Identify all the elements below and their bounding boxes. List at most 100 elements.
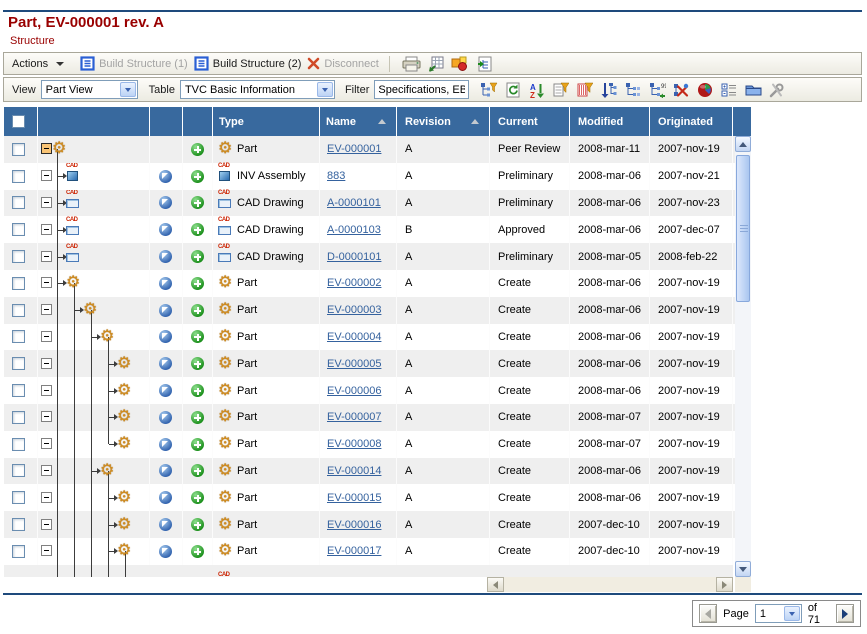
expand-plus-icon[interactable]	[191, 143, 204, 156]
actions-menu-button[interactable]: Actions	[12, 58, 64, 70]
name-link[interactable]: 883	[320, 170, 345, 182]
export-table-icon[interactable]	[424, 54, 448, 74]
expand-plus-icon[interactable]	[191, 170, 204, 183]
navigate-icon[interactable]	[159, 170, 172, 183]
filter-input[interactable]	[374, 80, 469, 99]
row-checkbox[interactable]	[12, 464, 25, 477]
table-filter-icon[interactable]	[549, 80, 573, 100]
expand-plus-icon[interactable]	[191, 330, 204, 343]
row-checkbox[interactable]	[12, 545, 25, 558]
export-structure-icon[interactable]	[472, 54, 496, 74]
tree-expand-toggle[interactable]	[41, 411, 52, 422]
navigate-icon[interactable]	[159, 304, 172, 317]
page-select[interactable]: 1	[755, 604, 802, 623]
navigate-icon[interactable]	[159, 438, 172, 451]
chevron-down-icon[interactable]	[120, 82, 136, 97]
tree-expand-toggle[interactable]	[41, 331, 52, 342]
navigate-icon[interactable]	[159, 196, 172, 209]
next-page-button[interactable]	[836, 604, 854, 623]
name-link[interactable]: A-0000103	[320, 224, 381, 236]
select-columns-icon[interactable]	[717, 80, 741, 100]
sort-asc-icon[interactable]	[471, 119, 479, 124]
row-checkbox[interactable]	[12, 170, 25, 183]
navigate-icon[interactable]	[159, 545, 172, 558]
name-link[interactable]: D-0000101	[320, 251, 381, 263]
expand-levels-icon[interactable]: 99	[645, 80, 669, 100]
row-checkbox[interactable]	[12, 411, 25, 424]
expand-plus-icon[interactable]	[191, 384, 204, 397]
name-link[interactable]: EV-000015	[320, 492, 381, 504]
tree-expand-toggle[interactable]	[41, 492, 52, 503]
header-name[interactable]: Name	[320, 107, 397, 136]
expand-all-icon[interactable]	[597, 80, 621, 100]
row-checkbox[interactable]	[12, 357, 25, 370]
scroll-down-button[interactable]	[735, 561, 751, 577]
row-checkbox[interactable]	[12, 384, 25, 397]
name-link[interactable]: EV-000006	[320, 385, 381, 397]
navigate-icon[interactable]	[159, 384, 172, 397]
navigate-icon[interactable]	[159, 330, 172, 343]
expand-plus-icon[interactable]	[191, 438, 204, 451]
sort-asc-icon[interactable]	[378, 119, 386, 124]
previous-page-button[interactable]	[699, 604, 717, 623]
name-link[interactable]: EV-000017	[320, 545, 381, 557]
row-checkbox[interactable]	[12, 304, 25, 317]
scroll-right-button[interactable]	[716, 577, 733, 592]
expand-plus-icon[interactable]	[191, 223, 204, 236]
expand-plus-icon[interactable]	[191, 304, 204, 317]
expand-plus-icon[interactable]	[191, 545, 204, 558]
chevron-down-icon[interactable]	[784, 606, 800, 621]
header-type[interactable]: Type	[213, 107, 320, 136]
table-select[interactable]: TVC Basic Information	[180, 80, 335, 99]
navigate-icon[interactable]	[159, 411, 172, 424]
name-link[interactable]: EV-000008	[320, 438, 381, 450]
name-link[interactable]: EV-000005	[320, 358, 381, 370]
name-link[interactable]: EV-000014	[320, 465, 381, 477]
tree-expand-toggle[interactable]	[41, 170, 52, 181]
tree-expand-toggle[interactable]	[41, 385, 52, 396]
folder-icon[interactable]	[741, 80, 765, 100]
tree-expand-toggle[interactable]	[41, 304, 52, 315]
vertical-scroll-thumb[interactable]	[736, 155, 750, 302]
navigate-icon[interactable]	[159, 491, 172, 504]
chevron-down-icon[interactable]	[317, 82, 333, 97]
disconnect-button[interactable]: Disconnect	[307, 57, 378, 70]
expand-plus-icon[interactable]	[191, 250, 204, 263]
row-checkbox[interactable]	[12, 250, 25, 263]
tree-expand-toggle[interactable]	[41, 465, 52, 476]
view-select[interactable]: Part View	[41, 80, 138, 99]
tree-expand-toggle[interactable]	[41, 224, 52, 235]
row-checkbox[interactable]	[12, 330, 25, 343]
select-all-checkbox[interactable]	[12, 115, 25, 128]
row-checkbox[interactable]	[12, 196, 25, 209]
navigate-icon[interactable]	[159, 277, 172, 290]
row-checkbox[interactable]	[12, 223, 25, 236]
expand-tree-icon[interactable]	[621, 80, 645, 100]
row-checkbox[interactable]	[12, 277, 25, 290]
tree-expand-toggle[interactable]	[41, 545, 52, 556]
tree-expand-toggle[interactable]	[41, 197, 52, 208]
row-checkbox[interactable]	[12, 143, 25, 156]
build-structure-1-button[interactable]: Build Structure (1)	[80, 56, 188, 71]
expand-plus-icon[interactable]	[191, 277, 204, 290]
expand-plus-icon[interactable]	[191, 518, 204, 531]
name-link[interactable]: EV-000016	[320, 519, 381, 531]
header-revision[interactable]: Revision	[397, 107, 490, 136]
expand-plus-icon[interactable]	[191, 196, 204, 209]
row-checkbox[interactable]	[12, 491, 25, 504]
3d-objects-icon[interactable]	[448, 54, 472, 74]
clear-filter-icon[interactable]	[573, 80, 597, 100]
reports-icon[interactable]	[693, 80, 717, 100]
navigate-icon[interactable]	[159, 223, 172, 236]
row-checkbox[interactable]	[12, 438, 25, 451]
navigate-icon[interactable]	[159, 518, 172, 531]
header-modified[interactable]: Modified	[570, 107, 650, 136]
tools-icon[interactable]	[765, 80, 789, 100]
navigate-icon[interactable]	[159, 464, 172, 477]
expand-plus-icon[interactable]	[191, 491, 204, 504]
row-checkbox[interactable]	[12, 518, 25, 531]
tree-expand-toggle[interactable]	[41, 438, 52, 449]
tree-expand-toggle[interactable]	[41, 143, 52, 154]
name-link[interactable]: A-0000101	[320, 197, 381, 209]
expand-plus-icon[interactable]	[191, 464, 204, 477]
